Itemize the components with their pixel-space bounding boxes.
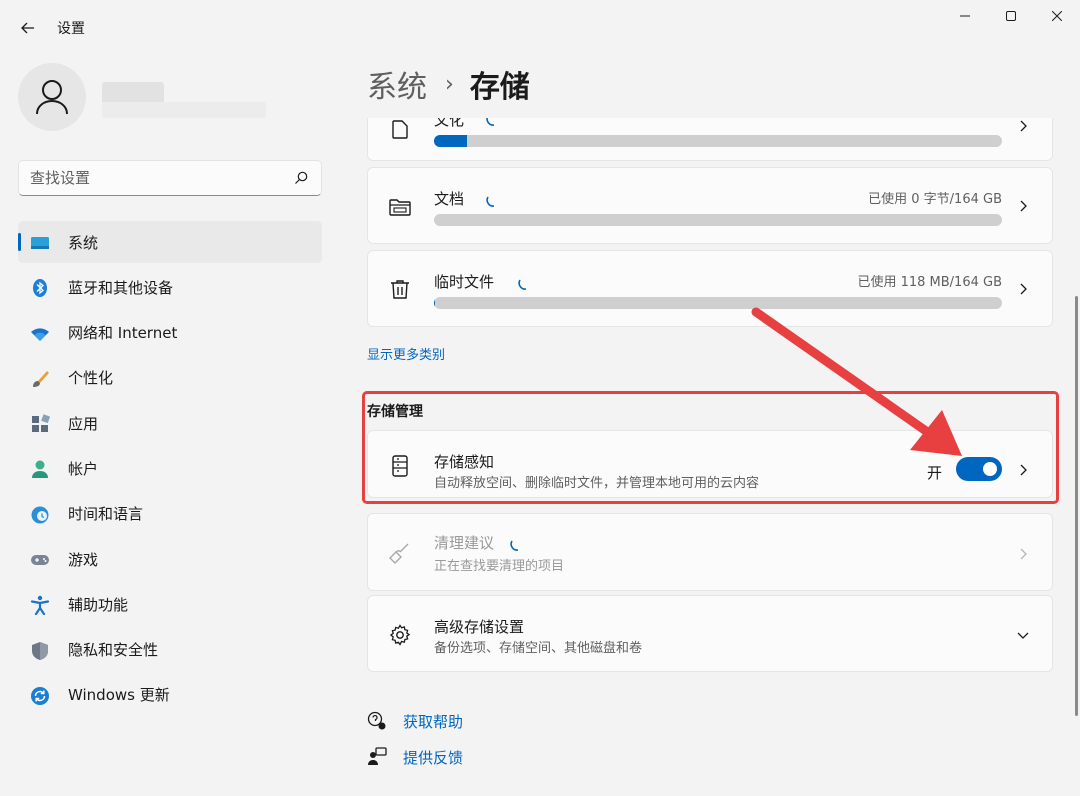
time-language-icon [31,506,49,524]
sidebar-item-label: 网络和 Internet [68,324,178,343]
get-help-link[interactable]: 获取帮助 [367,709,463,733]
give-feedback-link[interactable]: 提供反馈 [367,745,463,769]
sidebar-item-label: 辅助功能 [68,595,129,614]
sidebar-item-accounts[interactable]: 帐户 [18,447,322,489]
system-monitor-icon [31,237,49,249]
sidebar-item-label: 应用 [68,414,99,433]
advanced-storage-settings-card[interactable]: 高级存储设置 备份选项、存储空间、其他磁盘和卷 [367,595,1053,672]
storage-category-documents[interactable]: 文档 已使用 0 字节/164 GB [367,167,1053,244]
sidebar-item-apps[interactable]: 应用 [18,402,322,444]
page-title: 存储 [469,70,530,105]
back-arrow-icon [21,22,34,34]
sidebar-item-personalization[interactable]: 个性化 [18,357,322,399]
sidebar-item-label: 隐私和安全性 [68,641,159,660]
category-title: 文化 [434,118,465,129]
app-title: 设置 [57,21,85,37]
title-bar: 设置 [0,0,1080,56]
sidebar-item-label: 游戏 [68,550,99,569]
usage-text: 已使用 118 MB/164 GB [857,275,1002,290]
annotation-arrow-icon [751,307,962,456]
avatar[interactable] [18,63,86,131]
sidebar-item-label: 系统 [68,233,99,252]
get-help-label: 获取帮助 [403,712,464,731]
breadcrumb-separator: › [445,71,454,97]
user-email [102,102,266,118]
help-chat-icon [367,711,386,730]
usage-bar-fill [434,135,467,147]
sidebar-item-gaming[interactable]: 游戏 [18,538,322,580]
apps-icon [32,414,50,433]
sidebar-item-label: 蓝牙和其他设备 [68,278,174,297]
minimize-icon [960,15,970,17]
chevron-right-icon [1020,548,1027,560]
cleanup-recommendations-card: 清理建议 正在查找要清理的项目 [367,513,1053,591]
advanced-storage-subtitle: 备份选项、存储空间、其他磁盘和卷 [434,641,643,656]
sidebar-item-windows-update[interactable]: Windows 更新 [18,674,322,716]
sidebar-item-bluetooth[interactable]: 蓝牙和其他设备 [18,266,322,308]
chevron-right-icon [1020,200,1027,212]
show-more-categories-link[interactable]: 显示更多类别 [367,344,445,363]
person-icon [36,80,68,115]
brush-icon [33,370,49,387]
wifi-icon [31,327,49,341]
sidebar-nav: 系统 蓝牙和其他设备 网络和 Internet 个性化 应用 帐户 时间和语言 [18,221,322,719]
settings-window: 设置 系统 蓝牙和其他设备 [0,0,1080,796]
sidebar-item-time-language[interactable]: 时间和语言 [18,493,322,535]
sidebar-item-system[interactable]: 系统 [18,221,322,263]
maximize-button[interactable] [988,0,1034,32]
folder-icon [389,199,411,216]
trash-icon [391,280,409,299]
window-controls [942,0,1080,32]
sidebar-item-label: 个性化 [68,369,114,388]
chevron-right-icon [1020,120,1027,132]
breadcrumb: 系统 › 存储 [367,62,530,106]
search-box [18,160,322,196]
category-title: 临时文件 [434,273,495,291]
shield-icon [32,641,48,660]
usage-text: 已使用 0 字节/164 GB [868,192,1002,207]
loading-spinner-icon [518,279,527,290]
file-icon [392,120,408,139]
usage-bar [434,135,1002,147]
close-button[interactable] [1034,0,1080,32]
search-icon[interactable] [293,170,309,186]
gamepad-icon [31,555,49,566]
back-button[interactable] [14,14,42,42]
cleanup-subtitle: 正在查找要清理的项目 [434,559,565,574]
account-icon [32,460,48,479]
feedback-icon [368,747,387,765]
scrollbar[interactable] [1075,296,1078,716]
loading-spinner-icon [510,540,519,551]
give-feedback-label: 提供反馈 [403,748,464,767]
gear-icon [389,624,411,646]
breadcrumb-parent[interactable]: 系统 [367,62,427,106]
close-icon [1052,11,1062,21]
sidebar-item-network[interactable]: 网络和 Internet [18,312,322,354]
sidebar-item-privacy[interactable]: 隐私和安全性 [18,629,322,671]
advanced-storage-title: 高级存储设置 [434,618,525,636]
sidebar-item-accessibility[interactable]: 辅助功能 [18,583,322,625]
cleanup-title: 清理建议 [434,534,495,552]
sidebar-item-label: Windows 更新 [68,686,170,705]
search-input[interactable] [30,161,280,195]
bluetooth-icon [33,279,47,298]
loading-spinner-icon [486,196,495,207]
loading-spinner-icon [486,118,495,126]
windows-update-icon [31,686,49,705]
broom-icon [389,543,409,564]
chevron-down-icon[interactable] [1016,628,1030,642]
user-name [102,82,164,104]
storage-category-card-partial[interactable]: 文化 [367,118,1053,161]
usage-bar [434,214,1002,226]
chevron-right-icon [1020,283,1027,295]
category-title: 文档 [434,190,465,208]
accessibility-icon [30,596,50,616]
minimize-button[interactable] [942,0,988,32]
sidebar-item-label: 帐户 [68,459,99,478]
maximize-icon [1006,11,1016,21]
sidebar-item-label: 时间和语言 [68,505,144,524]
